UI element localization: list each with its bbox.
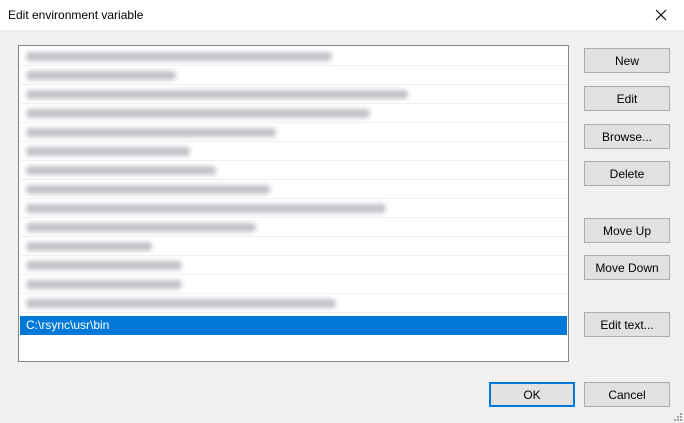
delete-button[interactable]: Delete — [584, 161, 670, 186]
list-item-empty[interactable] — [20, 335, 567, 354]
list-item[interactable] — [20, 180, 567, 199]
list-item-label: C:\rsync\usr\bin — [26, 318, 110, 332]
list-item[interactable] — [20, 142, 567, 161]
list-item[interactable] — [20, 199, 567, 218]
list-item[interactable] — [20, 66, 567, 85]
window-title: Edit environment variable — [8, 8, 144, 22]
edit-text-button[interactable]: Edit text... — [584, 312, 670, 337]
move-up-button[interactable]: Move Up — [584, 218, 670, 243]
ok-button[interactable]: OK — [489, 382, 575, 407]
list-item[interactable] — [20, 237, 567, 256]
list-item[interactable] — [20, 294, 567, 313]
browse-button[interactable]: Browse... — [584, 124, 670, 149]
close-icon — [655, 9, 667, 21]
list-item[interactable] — [20, 218, 567, 237]
list-item[interactable] — [20, 104, 567, 123]
title-bar: Edit environment variable — [0, 0, 684, 30]
close-button[interactable] — [638, 0, 684, 30]
list-item[interactable] — [20, 85, 567, 104]
resize-grip-icon[interactable] — [672, 411, 682, 421]
cancel-button[interactable]: Cancel — [584, 382, 670, 407]
new-button[interactable]: New — [584, 48, 670, 73]
move-down-button[interactable]: Move Down — [584, 255, 670, 280]
edit-button[interactable]: Edit — [584, 86, 670, 111]
list-item[interactable] — [20, 275, 567, 294]
list-item[interactable] — [20, 256, 567, 275]
list-item-selected[interactable]: C:\rsync\usr\bin — [20, 316, 567, 335]
path-list[interactable]: C:\rsync\usr\bin — [18, 45, 569, 362]
list-item[interactable] — [20, 47, 567, 66]
list-item[interactable] — [20, 123, 567, 142]
list-item[interactable] — [20, 161, 567, 180]
